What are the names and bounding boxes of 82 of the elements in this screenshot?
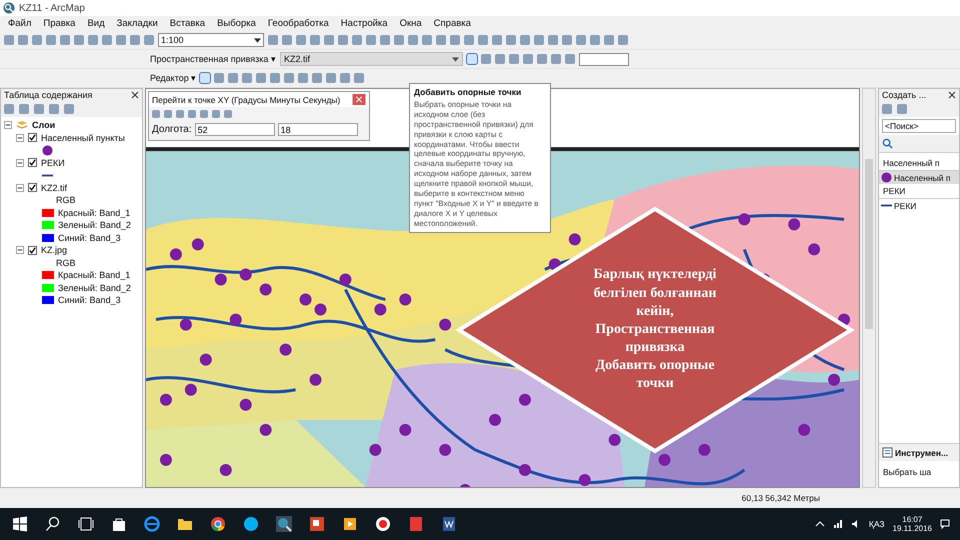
band-label: Зеленый: Band_2	[58, 282, 131, 293]
construction-tools-title: Инструмен...	[895, 448, 948, 458]
menu-item[interactable]: Вставка	[170, 18, 206, 29]
layer-name[interactable]: KZ.jpg	[41, 245, 68, 256]
task-view-icon[interactable]	[78, 516, 94, 532]
window-title: KZ11 - ArcMap	[19, 2, 85, 14]
menu-item[interactable]: Окна	[400, 18, 422, 29]
app-tile-icon[interactable]	[408, 516, 424, 532]
circle-browser-icon[interactable]	[375, 516, 391, 532]
template-item[interactable]: РЕКИ	[879, 199, 959, 212]
band-label: Синий: Band_3	[58, 232, 121, 243]
caret-icon[interactable]	[452, 56, 459, 62]
folder-icon[interactable]	[177, 516, 193, 532]
layer-checkbox[interactable]	[28, 158, 37, 168]
layer-dropdown[interactable]: KZ2.tif	[280, 52, 463, 66]
callout-text: Барлық нүктелерді белгілеп болғаннан кейін, Пространственная привязка Добавить опорные точки	[594, 266, 716, 394]
tooltip-title: Добавить опорные точки	[414, 87, 522, 97]
editor-menu[interactable]: Редактор ▾	[150, 73, 196, 83]
band-label: Синий: Band_3	[58, 295, 121, 306]
collapse-icon[interactable]	[16, 246, 24, 254]
menu-item[interactable]: Настройка	[340, 18, 388, 29]
template-item[interactable]: Населенный п	[879, 171, 959, 184]
close-icon[interactable]	[948, 91, 956, 99]
browser-icon[interactable]	[144, 516, 160, 532]
band-label: Красный: Band_1	[58, 270, 130, 280]
menu-item[interactable]: Файл	[8, 18, 32, 29]
layer-checkbox[interactable]	[28, 183, 37, 192]
presentation-icon[interactable]	[309, 516, 325, 532]
menu-item[interactable]: Закладки	[116, 18, 158, 29]
layer-checkbox[interactable]	[28, 246, 37, 255]
layers-root[interactable]: Слои	[32, 120, 56, 130]
template-group-title: Населенный п	[883, 158, 940, 168]
collapse-icon[interactable]	[16, 184, 24, 192]
tool-item[interactable]: Выбрать ша	[883, 467, 932, 477]
network-icon[interactable]	[832, 519, 843, 529]
chat-bubble-icon[interactable]	[243, 516, 259, 532]
chrome-icon[interactable]	[210, 516, 226, 532]
chevron-up-icon[interactable]	[814, 519, 825, 529]
degrees-field[interactable]: 52	[194, 123, 275, 136]
template-group-title: РЕКИ	[883, 186, 906, 196]
shopping-bag-icon[interactable]	[111, 516, 127, 532]
menu-item[interactable]: Выборка	[217, 18, 256, 29]
coordinates-readout: 60,13 56,342 Метры	[742, 493, 820, 503]
rotation-field[interactable]	[578, 52, 629, 66]
caret-icon[interactable]	[254, 38, 261, 42]
media-player-icon[interactable]	[342, 516, 358, 532]
menu-item[interactable]: Правка	[43, 18, 76, 29]
panel-title: Таблица содержания	[4, 90, 92, 100]
collapse-icon[interactable]	[16, 134, 24, 142]
layer-name[interactable]: KZ2.tif	[41, 182, 68, 193]
search-dropdown[interactable]: <Поиск>	[882, 119, 956, 133]
layer-name[interactable]: Населенный пункты	[41, 132, 125, 143]
tools-icon	[882, 447, 893, 458]
minutes-field[interactable]: 18	[278, 123, 358, 136]
menu-item[interactable]: Вид	[87, 18, 105, 29]
layers-icon	[16, 120, 28, 130]
georeferencing-menu[interactable]: Пространственная привязка ▾	[150, 54, 276, 64]
field-label: Долгота:	[152, 124, 192, 135]
search-icon[interactable]	[45, 516, 61, 532]
clock[interactable]: 16:07 19.11.2016	[892, 515, 932, 533]
close-icon[interactable]	[131, 91, 139, 99]
magnifier-globe-icon[interactable]	[276, 516, 292, 532]
menu-item[interactable]: Геообработка	[268, 18, 329, 29]
document-icon[interactable]	[441, 516, 457, 532]
language-indicator[interactable]: ҚАЗ	[868, 519, 885, 529]
point-symbol-icon	[42, 144, 53, 156]
panel-title: Создать ...	[882, 90, 926, 100]
notifications-icon[interactable]	[940, 519, 950, 529]
point-symbol-icon	[881, 172, 892, 183]
scrollbar-thumb[interactable]	[865, 159, 873, 329]
layer-name[interactable]: РЕКИ	[41, 158, 65, 168]
scale-dropdown[interactable]: 1:100	[158, 33, 264, 47]
collapse-icon[interactable]	[4, 121, 12, 130]
band-title: RGB	[56, 195, 76, 206]
windows-logo-icon[interactable]	[12, 516, 28, 532]
layer-checkbox[interactable]	[28, 133, 37, 142]
band-title: RGB	[56, 258, 76, 268]
band-label: Зеленый: Band_2	[58, 220, 131, 230]
band-label: Красный: Band_1	[58, 208, 130, 218]
collapse-icon[interactable]	[16, 158, 24, 167]
menu-item[interactable]: Справка	[434, 18, 471, 29]
dialog-title: Перейти к точке XY (Градусы Минуты Секунды)	[152, 94, 340, 104]
